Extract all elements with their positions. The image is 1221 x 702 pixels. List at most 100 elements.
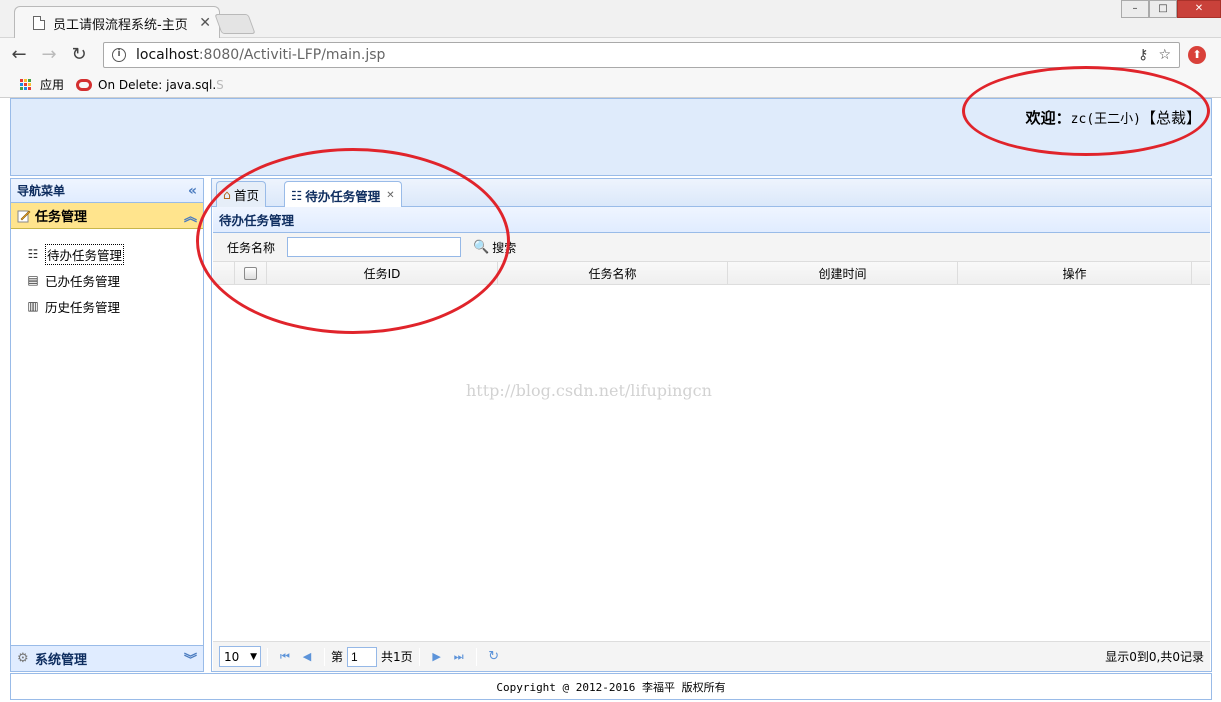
maximize-button[interactable]: □	[1149, 0, 1177, 18]
sidebar-item-label: 已办任务管理	[45, 273, 121, 289]
divider	[475, 647, 477, 666]
page-footer: Copyright @ 2012-2016 李福平 版权所有	[10, 673, 1212, 700]
history-icon: ▥	[27, 299, 39, 313]
page-total: 共1页	[381, 650, 413, 664]
page-prefix: 第	[331, 650, 344, 664]
accordion-task-management[interactable]: 任务管理 ︽	[11, 203, 203, 229]
last-page-icon[interactable]: ⏭	[448, 650, 470, 664]
refresh-icon[interactable]: ↻	[483, 649, 505, 664]
search-button-label: 搜索	[492, 240, 517, 255]
welcome-banner: 欢迎： zc(王二小) 【总裁】	[1026, 107, 1201, 128]
current-user: zc(王二小)	[1070, 112, 1141, 127]
window-close-button[interactable]: ✕	[1177, 0, 1221, 18]
sidebar-item-todo-tasks[interactable]: ☷ 待办任务管理	[25, 241, 203, 267]
oracle-icon	[76, 78, 93, 91]
watermark: http://blog.csdn.net/lifupingcn	[466, 381, 712, 400]
address-bar[interactable]: i localhost:8080/Activiti-LFP/main.jsp ⚷…	[103, 42, 1180, 68]
new-tab-button[interactable]	[214, 14, 256, 34]
app-header: 欢迎： zc(王二小) 【总裁】	[10, 98, 1212, 176]
browser-toolbar: ← → ↻ i localhost:8080/Activiti-LFP/main…	[0, 38, 1221, 72]
bookmark-apps[interactable]: 应用	[20, 76, 64, 93]
edit-icon	[17, 210, 31, 222]
column-header-actions[interactable]: 操作	[958, 262, 1192, 284]
sidebar-item-label: 历史任务管理	[45, 299, 121, 315]
url-host: localhost	[136, 47, 199, 63]
search-button[interactable]: 🔍 搜索	[473, 239, 516, 256]
bookmarks-bar: 应用 On Delete: java.sql. S	[0, 72, 1221, 98]
search-label: 任务名称	[227, 240, 276, 255]
todo-list-icon: ☷	[27, 247, 39, 261]
user-role: 【总裁】	[1140, 109, 1201, 127]
row-number-header	[213, 262, 235, 284]
todo-tasks-panel: 待办任务管理 任务名称 🔍 搜索 任务ID 任务名称 创建时间 操作 http:…	[213, 207, 1210, 671]
prev-page-icon[interactable]: ◀	[296, 650, 318, 663]
page-size-select[interactable]: 10 ▼	[219, 646, 261, 667]
tab-label: 待办任务管理	[305, 188, 381, 204]
home-icon: ⌂	[223, 187, 231, 202]
page-number-input[interactable]	[347, 646, 378, 667]
next-page-icon[interactable]: ▶	[426, 650, 448, 663]
dropdown-arrow-icon: ▼	[250, 651, 257, 662]
apps-icon	[20, 78, 32, 91]
sidebar-item-label: 待办任务管理	[45, 243, 125, 265]
sidebar-item-done-tasks[interactable]: ▤ 已办任务管理	[25, 267, 203, 293]
window-controls: – □ ✕	[1121, 0, 1221, 18]
first-page-icon[interactable]: ⏮	[274, 650, 296, 664]
select-all-cell	[235, 262, 267, 284]
column-header-task-name[interactable]: 任务名称	[498, 262, 728, 284]
document-icon	[33, 16, 45, 30]
sidebar-header: 导航菜单 «	[11, 179, 203, 203]
extension-icon[interactable]: ⬆	[1188, 46, 1206, 64]
accordion-title: 任务管理	[35, 210, 88, 225]
search-icon: 🔍	[473, 239, 490, 255]
task-name-search-input[interactable]	[287, 237, 462, 257]
page-size-value: 10	[224, 649, 240, 664]
reload-icon[interactable]: ↻	[68, 44, 90, 66]
star-icon[interactable]: ☆	[1158, 47, 1171, 63]
accordion-title: 系统管理	[35, 653, 88, 668]
done-list-icon: ▤	[27, 273, 39, 287]
chevron-up-icon[interactable]: ︽	[184, 206, 197, 225]
select-all-checkbox[interactable]	[244, 266, 257, 280]
pagination-bar: 10 ▼ ⏮ ◀ 第 共1页 ▶ ⏭ ↻ 显示0到0,共0记录	[213, 641, 1210, 671]
bookmark-label: On Delete: java.sql.	[98, 77, 217, 92]
chevron-down-icon[interactable]: ︾	[184, 649, 197, 668]
browser-tab[interactable]: 员工请假流程系统-主页 ✕	[14, 6, 220, 39]
task-menu-list: ☷ 待办任务管理 ▤ 已办任务管理 ▥ 历史任务管理	[11, 229, 203, 319]
browser-tab-title: 员工请假流程系统-主页	[53, 17, 188, 33]
todo-list-icon: ☷	[291, 187, 303, 203]
back-icon[interactable]: ←	[8, 44, 30, 66]
info-icon[interactable]: i	[112, 48, 126, 62]
divider	[324, 647, 325, 666]
bookmark-label: 应用	[40, 78, 65, 92]
welcome-label: 欢迎：	[1025, 109, 1071, 127]
bookmark-on-delete[interactable]: On Delete: java.sql. S	[76, 78, 224, 92]
tab-label: 首页	[233, 188, 259, 203]
sidebar-title: 导航菜单	[17, 184, 66, 198]
browser-tabstrip: 员工请假流程系统-主页 ✕ – □ ✕	[0, 0, 1221, 39]
accordion-system-management[interactable]: ⚙ 系统管理 ︾	[11, 645, 203, 671]
nav-sidebar: 导航菜单 « 任务管理 ︽ ☷ 待办任务管理 ▤ 已办任务管理 ▥ 历史任务管理…	[10, 178, 204, 672]
main-content: ⌂ 首页 ☷ 待办任务管理 ✕ 待办任务管理 任务名称 🔍 搜索 任务ID 任务…	[211, 178, 1212, 672]
forward-icon[interactable]: →	[38, 44, 60, 66]
sidebar-item-history-tasks[interactable]: ▥ 历史任务管理	[25, 293, 203, 319]
tab-todo-tasks[interactable]: ☷ 待办任务管理 ✕	[284, 181, 402, 208]
key-icon[interactable]: ⚷	[1138, 47, 1148, 63]
close-icon[interactable]: ✕	[386, 190, 394, 201]
grid-header: 任务ID 任务名称 创建时间 操作	[213, 261, 1210, 285]
pagination-info: 显示0到0,共0记录	[1105, 650, 1204, 664]
divider	[267, 647, 268, 666]
divider	[418, 647, 420, 666]
search-toolbar: 任务名称 🔍 搜索	[213, 233, 1210, 261]
grid-body: http://blog.csdn.net/lifupingcn	[213, 313, 1210, 641]
column-header-created-time[interactable]: 创建时间	[728, 262, 958, 284]
content-tabs: ⌂ 首页 ☷ 待办任务管理 ✕	[212, 179, 1211, 208]
url-path: :8080/Activiti-LFP/main.jsp	[198, 47, 386, 63]
gear-icon: ⚙	[17, 650, 29, 666]
column-header-task-id[interactable]: 任务ID	[267, 262, 498, 284]
close-icon[interactable]: ✕	[199, 15, 211, 31]
bookmark-label-fade: S	[216, 77, 224, 92]
tab-home[interactable]: ⌂ 首页	[216, 181, 266, 207]
minimize-button[interactable]: –	[1121, 0, 1149, 18]
collapse-left-icon[interactable]: «	[188, 183, 197, 199]
